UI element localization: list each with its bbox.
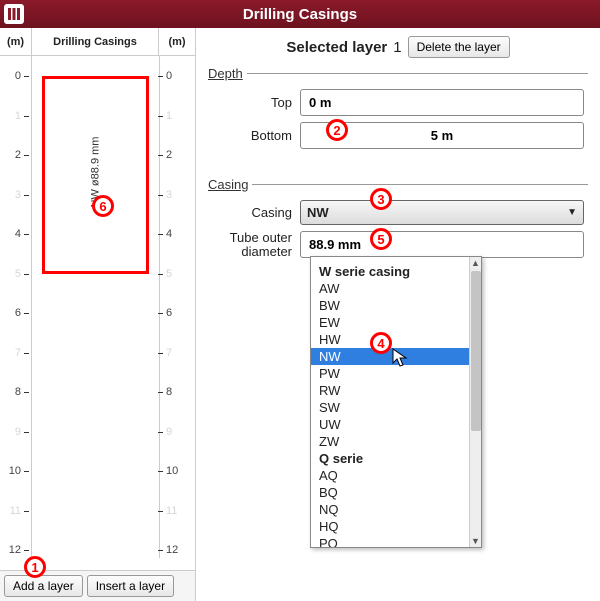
ruler-tick: 11 xyxy=(0,505,29,517)
casing-combo-value: NW xyxy=(307,205,329,220)
right-ruler-header: (m) xyxy=(159,28,195,55)
casing-combo[interactable]: NW ▼ xyxy=(300,200,584,225)
app-icon xyxy=(4,4,24,24)
ruler-tick: 7 xyxy=(0,347,29,359)
top-input[interactable] xyxy=(300,89,584,116)
dropdown-item[interactable]: AQ xyxy=(311,467,481,484)
dropdown-item[interactable]: W serie casing xyxy=(311,263,481,280)
dropdown-item[interactable]: ZW xyxy=(311,433,481,450)
ruler-tick: 3 xyxy=(158,189,193,201)
scroll-down-icon[interactable]: ▼ xyxy=(470,536,481,546)
bottom-label: Bottom xyxy=(212,128,292,143)
columns-header: (m) Drilling Casings (m) xyxy=(0,28,195,56)
ruler-tick: 12 xyxy=(158,544,193,556)
dropdown-item[interactable]: SW xyxy=(311,399,481,416)
dropdown-item[interactable]: HW xyxy=(311,331,481,348)
add-layer-button[interactable]: Add a layer xyxy=(4,575,83,597)
dropdown-item[interactable]: AW xyxy=(311,280,481,297)
ruler-tick: 11 xyxy=(158,505,193,517)
scroll-up-icon[interactable]: ▲ xyxy=(470,258,481,268)
selected-layer-label: Selected layer xyxy=(286,39,387,56)
ruler-tick: 0 xyxy=(0,70,29,82)
depth-legend: Depth xyxy=(208,66,247,81)
ruler-left: 0123456789101112 xyxy=(0,56,32,558)
dropdown-item[interactable]: RW xyxy=(311,382,481,399)
casing-dropdown[interactable]: PVC casing W serie casingAWBWEWHWNWPWRWS… xyxy=(310,256,482,548)
selected-layer-index: 1 xyxy=(393,39,401,56)
ruler-tick: 2 xyxy=(0,149,29,161)
window-title: Drilling Casings xyxy=(0,6,600,23)
title-bar: Drilling Casings xyxy=(0,0,600,28)
dropdown-item[interactable]: Q serie xyxy=(311,450,481,467)
diameter-input[interactable] xyxy=(300,231,584,258)
ruler-tick: 6 xyxy=(158,307,193,319)
dropdown-item[interactable]: NQ xyxy=(311,501,481,518)
ruler-tick: 4 xyxy=(158,228,193,240)
ruler-tick: 4 xyxy=(0,228,29,240)
top-label: Top xyxy=(212,95,292,110)
ruler-tick: 12 xyxy=(0,544,29,556)
depth-view: 0123456789101112 NW ø88.9 mm 01234567891… xyxy=(0,56,195,558)
dropdown-item[interactable]: BW xyxy=(311,297,481,314)
casing-column-header: Drilling Casings xyxy=(32,28,159,55)
ruler-tick: 9 xyxy=(0,426,29,438)
ruler-tick: 6 xyxy=(0,307,29,319)
ruler-tick: 3 xyxy=(0,189,29,201)
insert-layer-button[interactable]: Insert a layer xyxy=(87,575,174,597)
ruler-tick: 8 xyxy=(0,386,29,398)
depth-section: Depth Top Bottom xyxy=(208,66,588,159)
selected-layer-row: Selected layer 1 Delete the layer xyxy=(208,36,588,58)
ruler-tick: 2 xyxy=(158,149,193,161)
dropdown-list[interactable]: PVC casing W serie casingAWBWEWHWNWPWRWS… xyxy=(311,257,481,547)
dropdown-item[interactable]: PW xyxy=(311,365,481,382)
casing-legend: Casing xyxy=(208,177,252,192)
ruler-tick: 1 xyxy=(0,110,29,122)
dropdown-item[interactable]: EW xyxy=(311,314,481,331)
chevron-down-icon: ▼ xyxy=(567,207,577,218)
delete-layer-button[interactable]: Delete the layer xyxy=(408,36,510,58)
left-ruler-header: (m) xyxy=(0,28,32,55)
dropdown-item[interactable]: NW xyxy=(311,348,481,365)
bottom-input[interactable] xyxy=(300,122,584,149)
ruler-tick: 5 xyxy=(158,268,193,280)
layer-buttons-row: Add a layer Insert a layer xyxy=(0,570,195,601)
ruler-tick: 1 xyxy=(158,110,193,122)
ruler-tick: 8 xyxy=(158,386,193,398)
ruler-tick: 10 xyxy=(0,465,29,477)
casing-column[interactable]: NW ø88.9 mm xyxy=(32,56,159,558)
dropdown-item[interactable]: BQ xyxy=(311,484,481,501)
ruler-tick: 9 xyxy=(158,426,193,438)
dropdown-item[interactable]: HQ xyxy=(311,518,481,535)
ruler-tick: 10 xyxy=(158,465,193,477)
ruler-tick: 7 xyxy=(158,347,193,359)
ruler-tick: 5 xyxy=(0,268,29,280)
diameter-label: Tube outer diameter xyxy=(212,231,292,259)
scroll-thumb[interactable] xyxy=(471,271,481,431)
dropdown-item[interactable]: PQ xyxy=(311,535,481,547)
dropdown-item[interactable]: UW xyxy=(311,416,481,433)
casing-layer-label: NW ø88.9 mm xyxy=(89,137,101,208)
dropdown-scrollbar[interactable]: ▲ ▼ xyxy=(469,257,481,547)
ruler-right: 0123456789101112 xyxy=(159,56,195,558)
layers-panel: (m) Drilling Casings (m) 012345678910111… xyxy=(0,28,196,601)
casing-combo-label: Casing xyxy=(212,205,292,220)
ruler-tick: 0 xyxy=(158,70,193,82)
